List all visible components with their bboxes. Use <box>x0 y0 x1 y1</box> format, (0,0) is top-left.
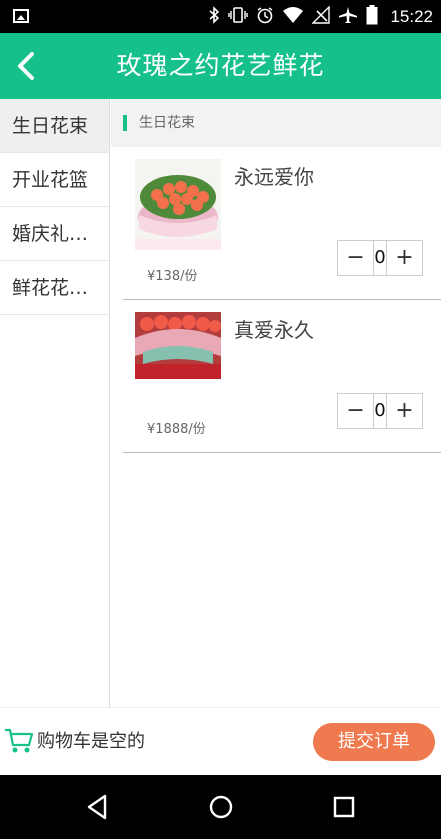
sidebar-item-birthday-bouquet[interactable]: 生日花束 <box>0 99 109 153</box>
section-title: 生日花束 <box>139 115 195 131</box>
vibrate-icon <box>228 6 249 28</box>
battery-icon <box>366 4 378 29</box>
bluetooth-icon <box>208 5 220 28</box>
status-bar: 15:22 <box>0 0 441 33</box>
system-nav-bar <box>0 775 441 839</box>
decrement-button[interactable]: − <box>338 241 373 275</box>
section-header: 生日花束 <box>111 99 441 147</box>
page-title: 玫瑰之约花艺鲜花 <box>116 51 325 80</box>
quantity-stepper: − 0 + <box>337 393 423 429</box>
quantity-value: 0 <box>373 394 387 428</box>
product-list: 生日花束 永远爱你 ¥138/份 − 0 + 真爱永久 ¥1888/份 − 0 … <box>111 99 441 707</box>
cart-bar: 购物车是空的 提交订单 <box>0 707 441 775</box>
product-price: ¥1888/份 <box>147 422 206 437</box>
increment-button[interactable]: + <box>387 241 422 275</box>
product-name: 永远爱你 <box>234 165 314 189</box>
increment-button[interactable]: + <box>387 394 422 428</box>
product-image <box>135 312 221 403</box>
alarm-icon <box>256 6 274 28</box>
app-header: 玫瑰之约花艺鲜花 <box>0 33 441 99</box>
back-triangle-icon[interactable] <box>82 791 114 823</box>
category-sidebar: 生日花束 开业花篮 婚庆礼… 鲜花花… <box>0 99 110 707</box>
quantity-value: 0 <box>373 241 387 275</box>
gallery-icon <box>13 9 29 23</box>
shopping-cart-icon[interactable] <box>4 727 34 755</box>
sidebar-item-opening-basket[interactable]: 开业花篮 <box>0 153 109 207</box>
home-circle-icon[interactable] <box>205 791 237 823</box>
sidebar-item-wedding-gift[interactable]: 婚庆礼… <box>0 207 109 261</box>
status-icons: 15:22 <box>208 0 433 33</box>
recents-square-icon[interactable] <box>328 791 360 823</box>
product-price: ¥138/份 <box>147 269 198 284</box>
decrement-button[interactable]: − <box>338 394 373 428</box>
no-signal-icon <box>311 4 331 28</box>
quantity-stepper: − 0 + <box>337 240 423 276</box>
clock-time: 15:22 <box>390 6 433 26</box>
section-accent-bar <box>123 115 127 131</box>
product-name: 真爱永久 <box>234 318 314 342</box>
submit-order-button[interactable]: 提交订单 <box>313 723 435 761</box>
product-item[interactable]: 真爱永久 ¥1888/份 − 0 + <box>123 300 441 453</box>
wifi-icon <box>282 6 304 28</box>
airplane-icon <box>338 6 358 28</box>
cart-status-text: 购物车是空的 <box>37 731 145 752</box>
product-image <box>135 159 221 250</box>
sidebar-item-fresh-flowers[interactable]: 鲜花花… <box>0 261 109 315</box>
product-item[interactable]: 永远爱你 ¥138/份 − 0 + <box>123 147 441 300</box>
